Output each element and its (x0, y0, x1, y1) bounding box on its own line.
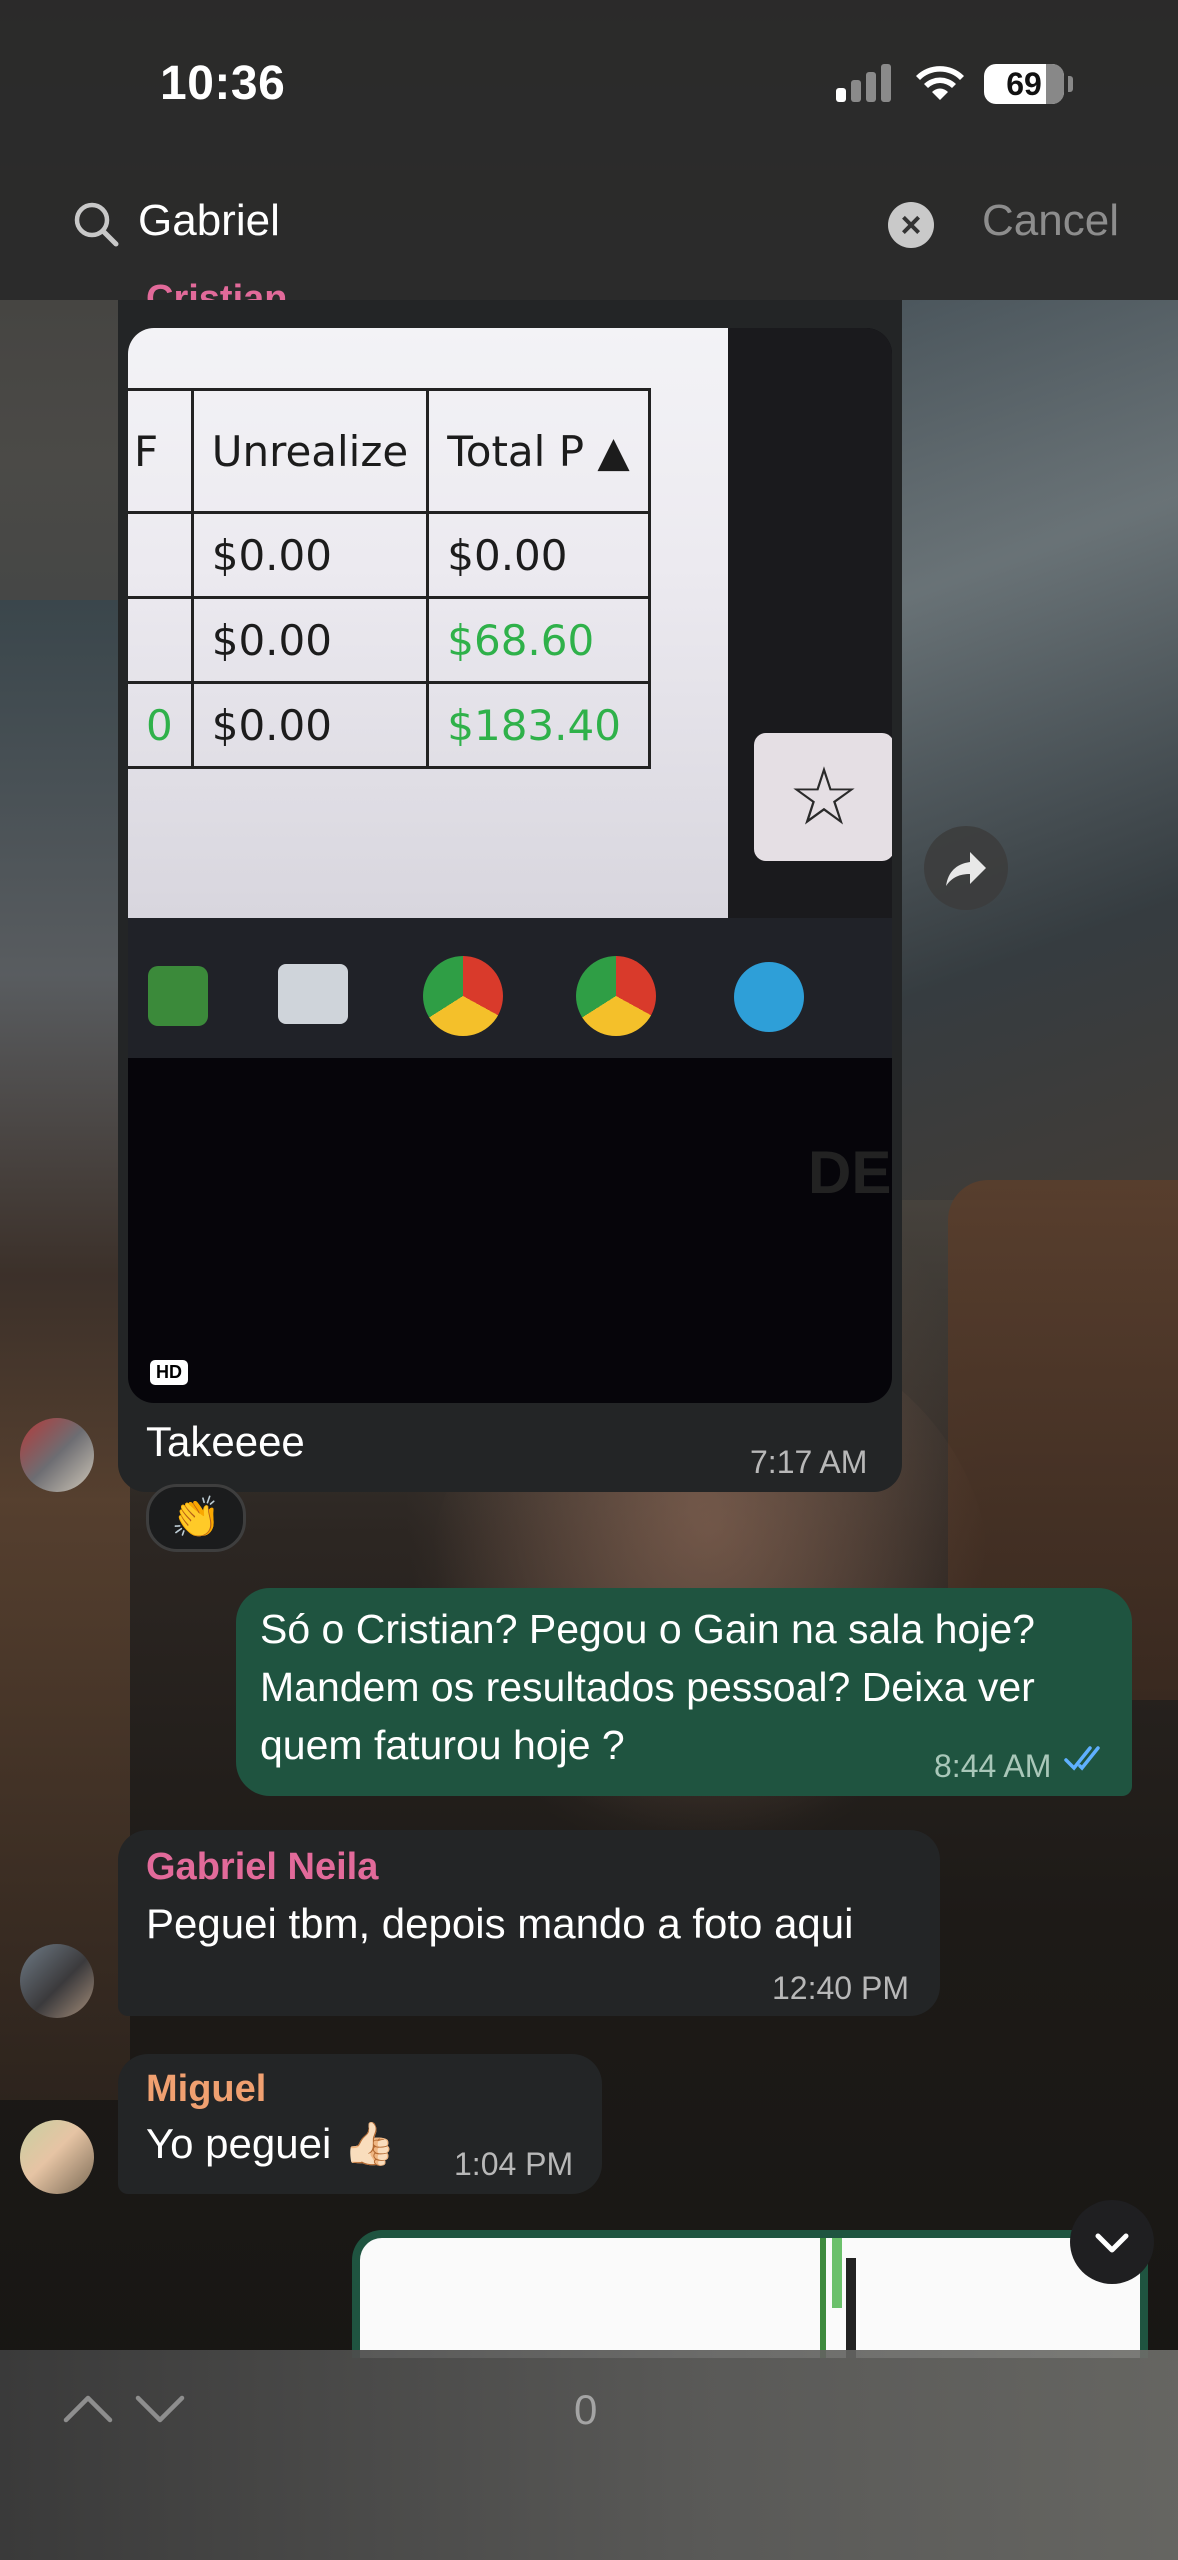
chevron-down-icon (1095, 2233, 1129, 2253)
table-cell: 0 (128, 681, 194, 769)
battery-cap (1068, 76, 1073, 92)
hd-badge: HD (150, 1360, 188, 1385)
outgoing-message-time: 8:44 AM (934, 1748, 1052, 1784)
telegram-icon (734, 962, 804, 1032)
photo-taskbar (128, 918, 892, 1058)
read-receipt-icon (1064, 1746, 1100, 1771)
table-cell: $0.00 (190, 681, 430, 769)
table-cell: F (128, 388, 194, 514)
message-text: Yo peguei 👍🏻 (146, 2120, 396, 2167)
avatar[interactable] (20, 1944, 94, 2018)
cancel-button[interactable]: Cancel (982, 196, 1119, 246)
table-cell: $183.40 (426, 681, 651, 769)
search-result-count: 0 (574, 2386, 598, 2433)
star-icon: ☆ (754, 733, 892, 861)
clear-search-button[interactable]: × (888, 202, 934, 248)
battery-indicator: 69 (984, 64, 1064, 104)
chart-candle (820, 2238, 826, 2358)
previous-result-button[interactable] (60, 2388, 116, 2428)
wifi-icon (916, 66, 964, 100)
message-sender-name: Miguel (146, 2068, 267, 2110)
chart-candle (832, 2238, 842, 2308)
chart-candle (846, 2258, 856, 2358)
cellular-signal-icon (836, 62, 896, 102)
message-sender-name: Cristian (146, 278, 288, 300)
avatar[interactable] (20, 2120, 94, 2194)
table-header-label: Total P (447, 426, 585, 476)
message-time: 12:40 PM (772, 1970, 909, 2006)
share-arrow-icon (946, 852, 986, 886)
app-icon (148, 966, 208, 1026)
forward-button[interactable] (924, 826, 1008, 910)
battery-empty-portion (1046, 64, 1064, 104)
wallpaper-right (888, 300, 1178, 1200)
table-cell: $68.60 (426, 596, 651, 684)
photo-pnl-table: F Unrealize Total P ▲ $0.00 $0.00 $0.00 … (128, 388, 651, 769)
table-cell: $0.00 (190, 511, 430, 599)
message-caption: Takeeee (146, 1418, 305, 1465)
message-photo[interactable]: F Unrealize Total P ▲ $0.00 $0.00 $0.00 … (128, 328, 892, 1403)
table-cell (128, 596, 194, 684)
photo-dell-logo: DELL (808, 1139, 892, 1206)
table-header: Unrealize (190, 388, 430, 514)
message-time: 7:17 AM (750, 1444, 868, 1480)
outgoing-image-preview[interactable] (352, 2230, 1148, 2358)
chrome-icon (423, 956, 503, 1036)
search-results-bar (0, 2350, 1178, 2560)
scroll-down-button[interactable] (1070, 2200, 1154, 2284)
message-sender-name: Gabriel Neila (146, 1846, 379, 1888)
table-cell (128, 511, 194, 599)
search-input[interactable]: Gabriel (138, 196, 280, 246)
message-text: Peguei tbm, depois mando a foto aqui (146, 1900, 854, 1947)
wallpaper-left (0, 600, 130, 2100)
reaction-badge[interactable]: 👏 (146, 1484, 246, 1552)
status-time: 10:36 (160, 57, 286, 110)
app-icon (278, 964, 348, 1024)
table-cell: $0.00 (426, 511, 651, 599)
table-cell: $0.00 (190, 596, 430, 684)
avatar[interactable] (20, 1418, 94, 1492)
next-result-button[interactable] (132, 2388, 188, 2428)
table-header: Total P ▲ (426, 388, 651, 514)
message-time: 1:04 PM (454, 2146, 574, 2182)
chrome-icon (576, 956, 656, 1036)
search-icon (74, 202, 119, 247)
battery-level: 69 (1006, 66, 1042, 102)
